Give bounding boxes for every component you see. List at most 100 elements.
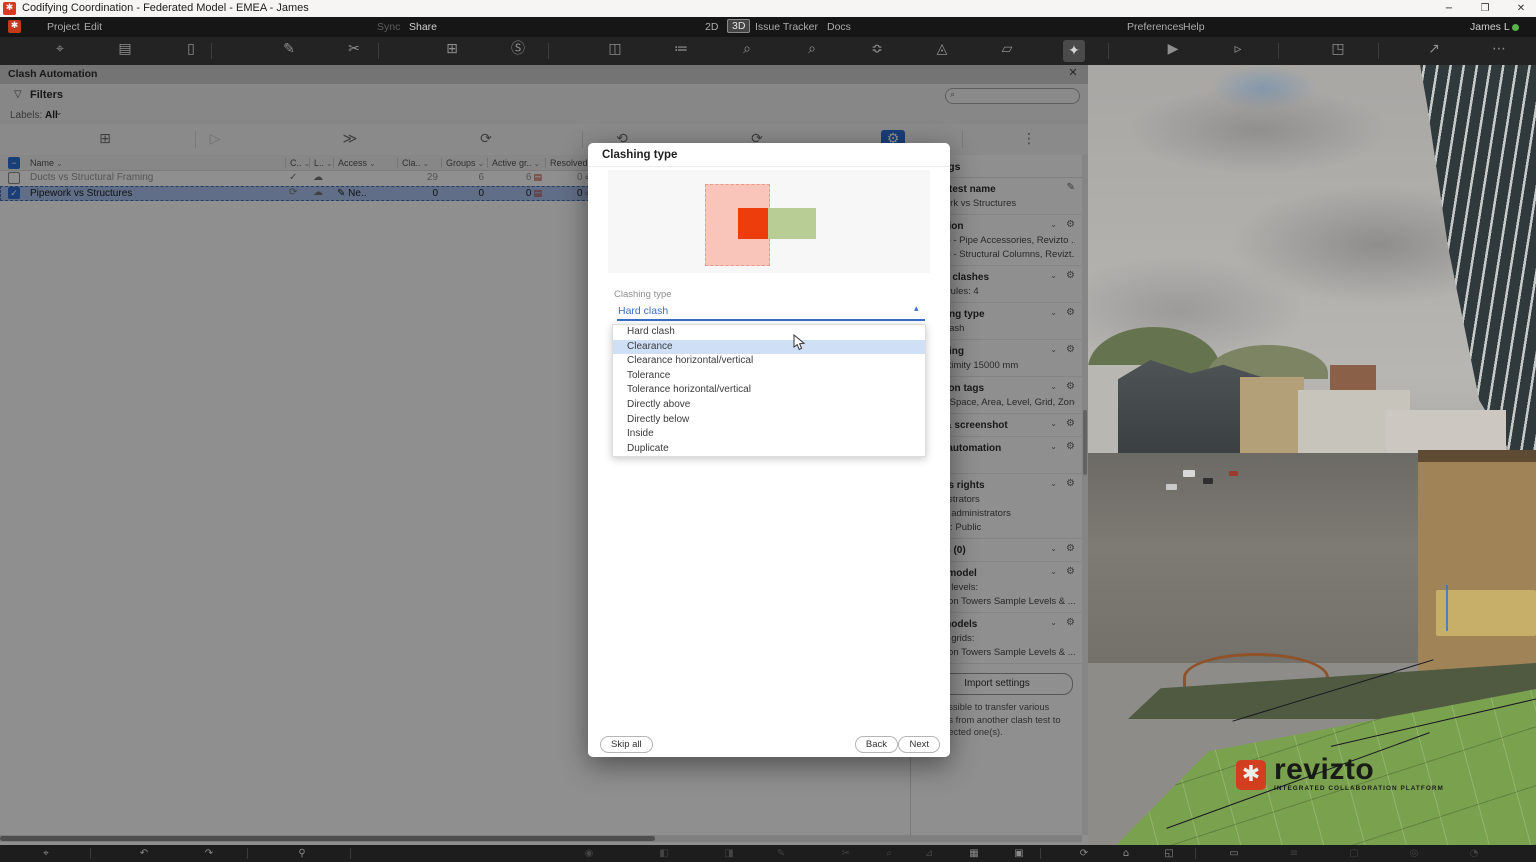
orbit-rotate-icon[interactable]: ⟳ <box>1075 847 1093 860</box>
toolbar-separator <box>1195 848 1196 859</box>
video-camera-icon[interactable]: ▹ <box>1227 42 1249 60</box>
fullscreen-expand-icon[interactable]: ◱ <box>1160 847 1178 860</box>
sheet-icon[interactable]: ▯ <box>180 42 202 60</box>
user-name[interactable]: James L <box>1470 21 1510 33</box>
clashing-type-field-label: Clashing type <box>614 289 672 300</box>
dropdown-option[interactable]: Duplicate <box>613 442 925 457</box>
notes-icon[interactable]: ≔ <box>670 42 692 60</box>
clash-type-illustration <box>608 170 930 273</box>
clashing-type-dropdown: Hard clashClearanceClearance horizontal/… <box>612 324 926 457</box>
toolbar-separator <box>548 43 549 59</box>
dropdown-option[interactable]: Directly below <box>613 413 925 428</box>
dropdown-option[interactable]: Clearance horizontal/vertical <box>613 354 925 369</box>
eye-visibility-icon[interactable]: ◉ <box>580 847 598 860</box>
box-3d-icon[interactable]: ◳ <box>1327 42 1349 60</box>
search-zoom-icon[interactable]: ⌕ <box>880 847 898 860</box>
revizto-app-window: ✱ Codifying Coordination - Federated Mod… <box>0 0 1536 862</box>
undo-icon[interactable]: ↶ <box>135 847 153 860</box>
clock-icon[interactable]: ◔ <box>1465 847 1483 860</box>
cloud <box>1128 85 1388 175</box>
binoculars-icon[interactable]: ⌕ <box>736 42 758 60</box>
toolbar-separator <box>247 848 248 859</box>
back-button[interactable]: Back <box>855 736 898 753</box>
viewport-3d[interactable]: ✱ revizto INTEGRATED COLLABORATION PLATF… <box>1088 65 1536 845</box>
redo-icon[interactable]: ↷ <box>200 847 218 860</box>
dropdown-option[interactable]: Inside <box>613 427 925 442</box>
paint-doc-icon[interactable]: ▱ <box>996 42 1018 60</box>
maximize-button[interactable]: ❐ <box>1472 1 1498 16</box>
dropdown-option[interactable]: Hard clash <box>613 325 925 340</box>
chevron-up-icon[interactable]: ▴ <box>914 305 919 314</box>
dropdown-option[interactable]: Directly above <box>613 398 925 413</box>
dropdown-option[interactable]: Clearance <box>613 340 925 355</box>
tan-wall <box>1418 450 1536 688</box>
location-pin-icon[interactable]: ⌖ <box>37 847 55 860</box>
menu-bar: ✱ Project Edit Sync Share 2D 3D Issue Tr… <box>0 17 1536 37</box>
clash-automation-icon[interactable]: ✦ <box>1063 40 1085 62</box>
stamp-st-icon[interactable]: Ⓢ <box>507 42 529 60</box>
car <box>1203 478 1213 484</box>
close-button[interactable]: ✕ <box>1508 1 1534 16</box>
next-button[interactable]: Next <box>898 736 940 753</box>
location-pin-icon[interactable]: ⌖ <box>49 42 71 60</box>
pencil-measure-icon[interactable]: ✎ <box>772 847 790 860</box>
revizto-tagline: INTEGRATED COLLABORATION PLATFORM <box>1274 785 1444 792</box>
shield-clash-icon[interactable]: ▣ <box>1010 847 1028 860</box>
paint-bucket-icon[interactable]: ◬ <box>931 42 953 60</box>
binoculars-doc-icon[interactable]: ⌕ <box>801 42 823 60</box>
layers-icon[interactable]: ≡ <box>1285 847 1303 860</box>
toolbar-separator <box>350 848 351 859</box>
main-toolbar: ⌖ ▤ ▯ ✎ ✂ ⊞ Ⓢ ◫ ≔ ⌕ ⌕ ≎ ◬ ▱ ✦ ▶ ▹ ◳ ↗ ⋯ <box>0 37 1536 65</box>
mouse-cursor <box>793 334 805 351</box>
menu-project[interactable]: Project <box>47 21 80 33</box>
home-view-icon[interactable]: ⌂ <box>1117 847 1135 860</box>
toolbar-separator <box>378 43 379 59</box>
dropdown-option[interactable]: Tolerance <box>613 369 925 384</box>
cube-box-icon[interactable]: ◨ <box>720 847 738 860</box>
map-icon[interactable]: ▤ <box>114 42 136 60</box>
monitor-icon[interactable]: ▢ <box>1345 847 1363 860</box>
menu-issue-tracker[interactable]: Issue Tracker <box>755 21 818 33</box>
issue-warning-icon[interactable]: ≎ <box>866 42 888 60</box>
window-title: Codifying Coordination - Federated Model… <box>22 2 309 14</box>
dropdown-option[interactable]: Tolerance horizontal/vertical <box>613 383 925 398</box>
export-view-icon[interactable]: ↗ <box>1423 42 1445 60</box>
scissors-clip-icon[interactable]: ✂ <box>837 847 855 860</box>
menu-edit[interactable]: Edit <box>84 21 102 33</box>
more-horizontal-icon[interactable]: ⋯ <box>1488 42 1510 60</box>
revizto-menu-logo-icon[interactable]: ✱ <box>8 20 21 33</box>
menu-2d[interactable]: 2D <box>705 21 718 33</box>
toolbar-separator <box>1278 43 1279 59</box>
model-edge-line <box>1446 585 1448 631</box>
tablet-present-icon[interactable]: ▭ <box>1225 847 1243 860</box>
toolbar-separator <box>1040 848 1041 859</box>
comment-add-icon[interactable]: ⊞ <box>441 42 463 60</box>
pencil-icon[interactable]: ✎ <box>278 42 300 60</box>
cube-section-icon[interactable]: ◧ <box>655 847 673 860</box>
menu-preferences[interactable]: Preferences <box>1127 21 1184 33</box>
grid-levels-icon[interactable]: ▦ <box>965 847 983 860</box>
toolbar-separator <box>1378 43 1379 59</box>
dialog-title: Clashing type <box>602 149 677 161</box>
clashing-type-value[interactable]: Hard clash <box>618 305 668 317</box>
car <box>1183 470 1195 477</box>
play-video-icon[interactable]: ▶ <box>1162 42 1184 60</box>
walk-mode-icon[interactable]: ⚲ <box>293 847 311 860</box>
menu-share[interactable]: Share <box>409 21 437 33</box>
illustration-clash-overlap <box>738 208 768 239</box>
menu-sync[interactable]: Sync <box>377 21 400 33</box>
car <box>1166 484 1177 490</box>
skip-all-button[interactable]: Skip all <box>600 736 653 753</box>
menu-help[interactable]: Help <box>1183 21 1205 33</box>
angle-measure-icon[interactable]: ⊿ <box>920 847 938 860</box>
minimize-button[interactable]: − <box>1436 1 1462 16</box>
section-camera-icon[interactable]: ◫ <box>604 42 626 60</box>
scissors-icon[interactable]: ✂ <box>343 42 365 60</box>
revizto-watermark-icon: ✱ <box>1236 760 1266 790</box>
menu-docs[interactable]: Docs <box>827 21 851 33</box>
revizto-logo-icon: ✱ <box>3 2 16 15</box>
toolbar-separator <box>211 43 212 59</box>
menu-3d[interactable]: 3D <box>727 19 750 33</box>
toolbar-separator <box>1108 43 1109 59</box>
target-icon[interactable]: ◎ <box>1405 847 1423 860</box>
